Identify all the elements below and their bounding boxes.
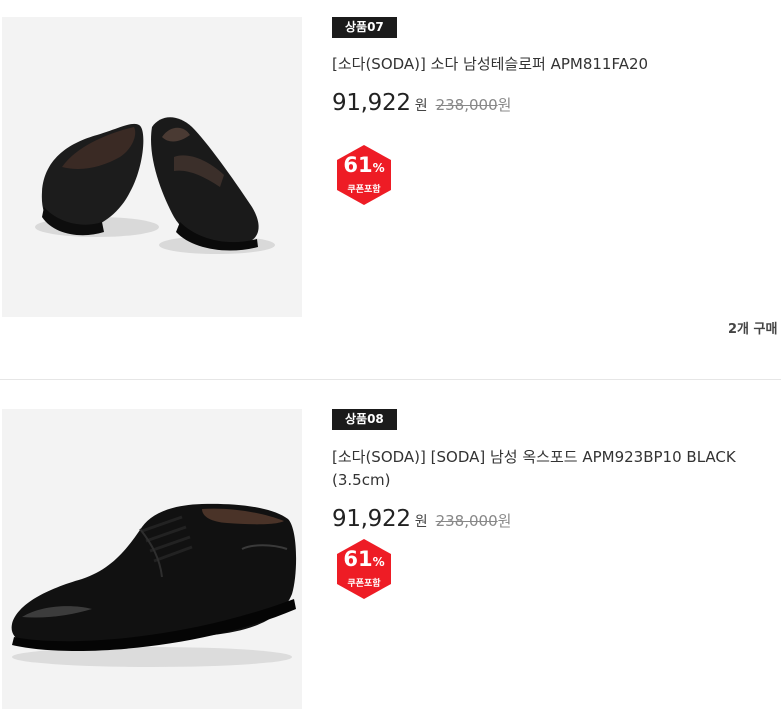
buy-count: 2개 구매: [728, 322, 778, 337]
price-row: 91,922 원 238,000원: [332, 506, 511, 532]
original-price: 238,000: [435, 512, 498, 530]
sale-price-currency: 원: [414, 98, 428, 114]
product-card[interactable]: 상품08 [소다(SODA)] [SODA] 남성 옥스포드 APM923BP1…: [0, 380, 781, 709]
original-price: 238,000: [435, 96, 498, 114]
sale-price-currency: 원: [414, 514, 428, 530]
discount-rate: 61%: [343, 153, 385, 177]
product-number-badge: 상품08: [332, 409, 397, 430]
product-name-link[interactable]: [소다(SODA)] 소다 남성테슬로퍼 APM811FA20: [332, 53, 772, 76]
original-price-currency: 원: [497, 512, 512, 530]
oxford-shoe-image: [2, 409, 302, 709]
loafer-shoes-image: [2, 17, 302, 317]
product-name-link[interactable]: [소다(SODA)] [SODA] 남성 옥스포드 APM923BP10 BLA…: [332, 446, 772, 492]
product-image-loafer[interactable]: [2, 17, 302, 317]
product-number-badge: 상품07: [332, 17, 397, 38]
sale-price: 91,922: [332, 506, 411, 532]
sale-price: 91,922: [332, 90, 411, 116]
product-image-oxford[interactable]: [2, 409, 302, 709]
price-row: 91,922 원 238,000원: [332, 90, 511, 116]
coupon-included-label: 쿠폰포함: [347, 185, 381, 195]
discount-rate: 61%: [343, 547, 385, 571]
product-card[interactable]: 상품07 [소다(SODA)] 소다 남성테슬로퍼 APM811FA20 91,…: [0, 0, 781, 380]
discount-badge: 61% 쿠폰포함: [332, 143, 396, 207]
coupon-included-label: 쿠폰포함: [347, 579, 381, 589]
original-price-currency: 원: [497, 96, 512, 114]
discount-badge: 61% 쿠폰포함: [332, 537, 396, 601]
